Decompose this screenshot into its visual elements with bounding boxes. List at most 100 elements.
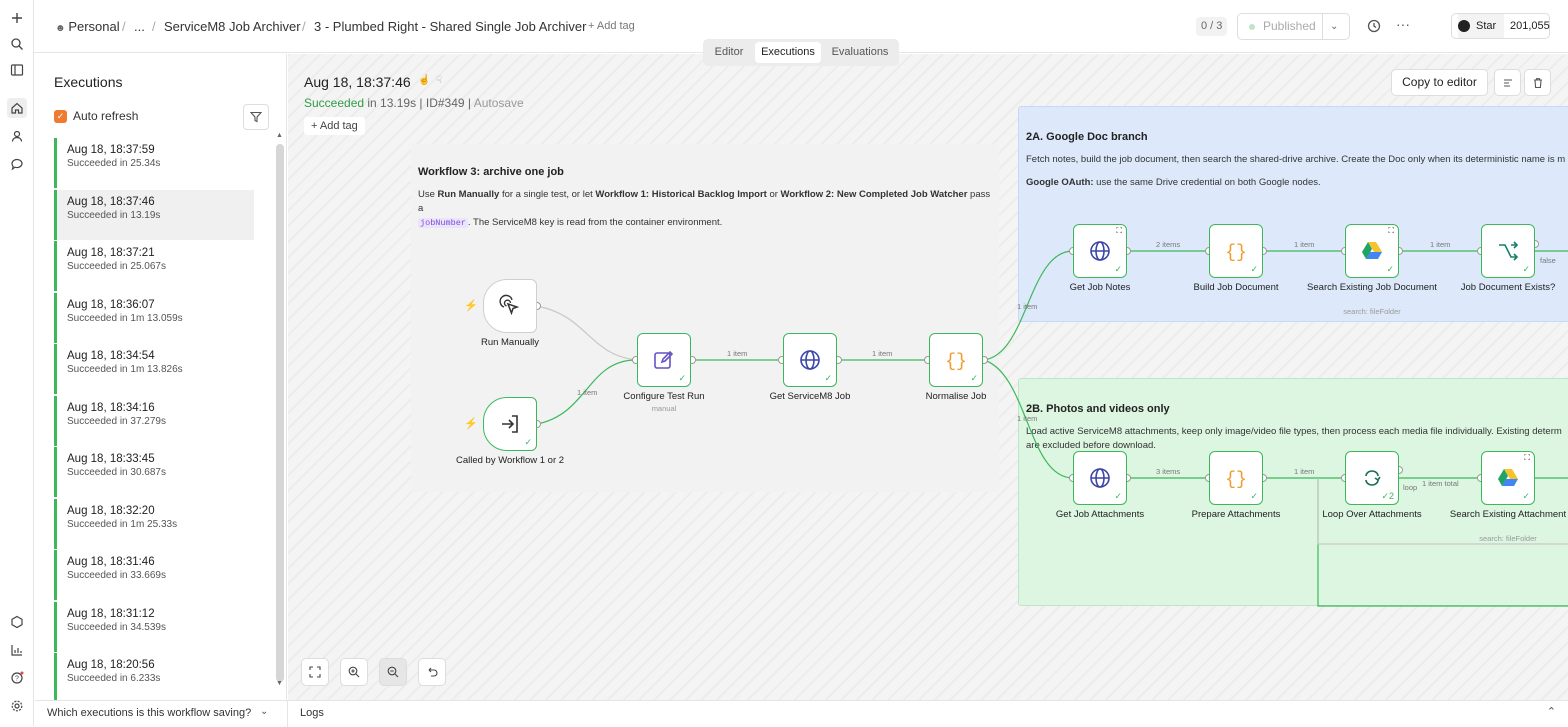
google-drive-icon — [1362, 242, 1382, 259]
scrollbar[interactable] — [276, 144, 284, 682]
node-get-job-attachments[interactable]: ✓ — [1073, 451, 1127, 505]
node-run-manually[interactable] — [483, 279, 537, 333]
zoom-in-icon[interactable] — [340, 658, 368, 686]
execution-item[interactable]: Aug 18, 18:34:16 Succeeded in 37.279s — [54, 395, 254, 446]
more-options-icon[interactable]: ··· — [1396, 16, 1410, 32]
execution-status: Succeeded in 25.34s — [67, 158, 161, 169]
scroll-down-arrow[interactable]: ▼ — [276, 680, 283, 687]
edit-icon — [654, 350, 674, 369]
trigger-bolt-icon: ⚡ — [464, 300, 478, 312]
node-search-existing-attachment[interactable]: ⛶ ✓ — [1481, 451, 1535, 505]
star-count: 201,055 — [1510, 20, 1550, 32]
fit-view-icon[interactable] — [301, 658, 329, 686]
node-label: Get Job Notes — [1069, 282, 1131, 293]
execution-time: Aug 18, 18:34:16 — [67, 401, 155, 414]
undo-icon[interactable] — [418, 658, 446, 686]
expand-icon[interactable]: ⛶ — [1388, 226, 1394, 236]
connection-line — [536, 305, 637, 361]
saving-question[interactable]: Which executions is this workflow saving… — [47, 707, 251, 719]
github-star-button[interactable]: Star 201,055 — [1451, 13, 1550, 39]
node-label: Called by Workflow 1 or 2 — [455, 455, 565, 466]
execution-item[interactable]: Aug 18, 18:31:12 Succeeded in 34.539s — [54, 601, 254, 652]
node-build-job-document[interactable]: {} ✓ — [1209, 224, 1263, 278]
edge-label: 1 item — [1017, 302, 1038, 311]
scroll-up-arrow[interactable]: ▲ — [276, 132, 283, 139]
execution-item[interactable]: Aug 18, 18:37:46 Succeeded in 13.19s — [54, 189, 254, 240]
edge-label: 3 items — [1156, 467, 1181, 476]
chevron-up-icon[interactable]: ⌃ — [1547, 705, 1556, 718]
tab-evaluations[interactable]: Evaluations — [825, 42, 895, 63]
execution-item[interactable]: Aug 18, 18:32:20 Succeeded in 1m 25.33s — [54, 498, 254, 549]
code-braces-icon: {} — [945, 352, 967, 372]
tab-editor[interactable]: Editor — [707, 42, 751, 63]
user-icon[interactable] — [7, 126, 27, 146]
add-tag-button[interactable]: + Add tag — [588, 20, 635, 32]
node-label: Job Document Exists? — [1460, 282, 1556, 293]
execution-item[interactable]: Aug 18, 18:34:54 Succeeded in 1m 13.826s — [54, 344, 254, 394]
auto-refresh-label[interactable]: Auto refresh — [73, 109, 138, 123]
node-normalise-job[interactable]: {} ✓ — [929, 333, 983, 387]
node-configure-test-run[interactable]: ✓ — [637, 333, 691, 387]
breadcrumb-personal[interactable]: ☻ Personal — [55, 19, 120, 34]
github-icon — [1458, 20, 1470, 32]
execution-item[interactable]: Aug 18, 18:36:07 Succeeded in 1m 13.059s — [54, 292, 254, 343]
node-get-job-notes[interactable]: ⛶ ✓ — [1073, 224, 1127, 278]
node-called-by-workflow[interactable]: ✓ — [483, 397, 537, 451]
check-icon: ✓ — [524, 437, 532, 447]
chevron-down-icon[interactable]: ⌄ — [260, 706, 268, 717]
edge-label: 1 item — [1017, 414, 1038, 423]
workflow-name[interactable]: 3 - Plumbed Right - Shared Single Job Ar… — [314, 19, 586, 34]
node-label: Prepare Attachments — [1191, 509, 1281, 520]
plus-icon[interactable] — [7, 8, 27, 28]
expand-icon[interactable]: ⛶ — [1524, 453, 1530, 463]
node-loop-over-attachments[interactable]: ✓2 — [1345, 451, 1399, 505]
node-search-existing-job-document[interactable]: ⛶ ✓ — [1345, 224, 1399, 278]
chevron-down-icon[interactable]: ⌄ — [1330, 14, 1338, 39]
help-icon[interactable]: ? — [7, 668, 27, 688]
edge-label: 1 item — [577, 388, 598, 397]
google-drive-icon — [1498, 469, 1518, 486]
insights-icon[interactable] — [7, 640, 27, 660]
zoom-out-icon[interactable] — [379, 658, 407, 686]
node-prepare-attachments[interactable]: {} ✓ — [1209, 451, 1263, 505]
execution-item[interactable]: Aug 18, 18:33:45 Succeeded in 30.687s — [54, 447, 254, 497]
chat-icon[interactable] — [7, 154, 27, 174]
node-label: Get ServiceM8 Job — [769, 391, 851, 402]
node-get-servicem8-job[interactable]: ✓ — [783, 333, 837, 387]
node-label: Loop Over Attachments — [1322, 509, 1422, 520]
execution-item[interactable]: Aug 18, 18:37:21 Succeeded in 25.067s — [54, 241, 254, 291]
history-icon[interactable] — [1366, 18, 1382, 34]
filter-button[interactable] — [243, 104, 269, 130]
edge-label: loop — [1403, 483, 1418, 492]
check-icon: ✓ — [1250, 491, 1258, 501]
sidebar-toggle-icon[interactable] — [7, 60, 27, 80]
edge-label: false — [1540, 256, 1556, 265]
execution-item[interactable]: Aug 18, 18:31:46 Succeeded in 33.669s — [54, 550, 254, 600]
execution-item[interactable]: Aug 18, 18:37:59 Succeeded in 25.34s — [54, 138, 254, 188]
node-job-document-exists[interactable]: ✓ — [1481, 224, 1535, 278]
svg-text:{}: {} — [1225, 470, 1247, 490]
logs-toggle[interactable]: Logs — [300, 707, 324, 719]
execution-item[interactable]: Aug 18, 18:20:56 Succeeded in 6.233s — [54, 653, 254, 703]
svg-text:{}: {} — [945, 352, 967, 372]
tab-executions[interactable]: Executions — [755, 42, 821, 63]
execution-status: Succeeded in 37.279s — [67, 415, 166, 427]
execution-time: Aug 18, 18:31:46 — [67, 556, 155, 568]
execution-status: Succeeded in 13.19s — [67, 209, 161, 221]
check-icon: ✓ — [1114, 491, 1122, 501]
workflow-canvas[interactable]: Aug 18, 18:37:46 ☝ ☟ Succeeded in 13.19s… — [288, 54, 1568, 700]
settings-icon[interactable] — [7, 696, 27, 716]
globe-icon — [800, 350, 820, 370]
breadcrumb-ellipsis[interactable]: ... — [134, 19, 145, 34]
breadcrumb-project[interactable]: ServiceM8 Job Archiver — [164, 19, 301, 34]
home-icon[interactable] — [7, 98, 27, 118]
node-label: Configure Test Run — [623, 391, 705, 402]
auto-refresh-checkbox[interactable]: ✓ — [54, 110, 67, 123]
node-label: Get Job Attachments — [1055, 509, 1145, 520]
search-icon[interactable] — [7, 34, 27, 54]
sign-in-icon — [502, 415, 518, 433]
filter-icon — [250, 111, 262, 123]
expand-icon[interactable]: ⛶ — [1116, 226, 1122, 236]
templates-icon[interactable] — [7, 612, 27, 632]
publish-button[interactable]: Published ⌄ — [1237, 13, 1350, 40]
